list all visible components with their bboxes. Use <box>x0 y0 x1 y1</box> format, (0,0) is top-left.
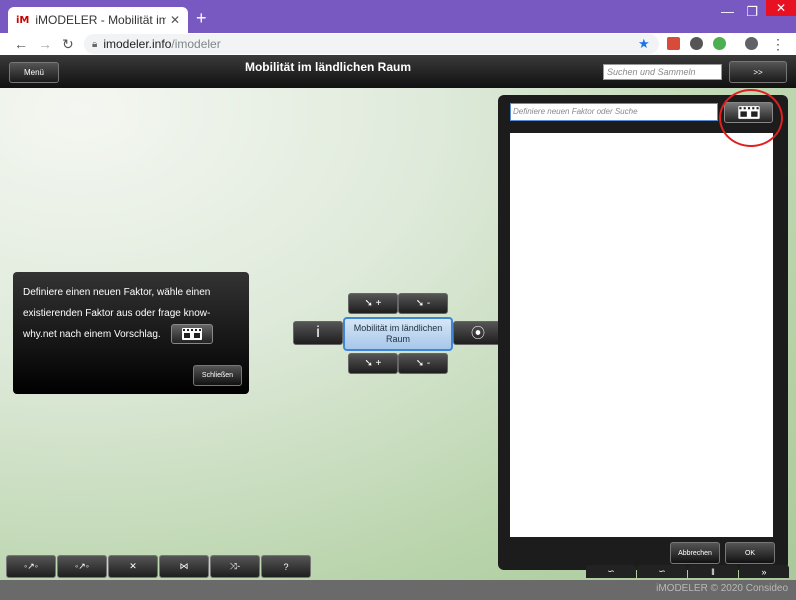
help-button[interactable]: ? <box>261 555 311 578</box>
profile-avatar-icon[interactable] <box>745 37 758 50</box>
arrow-down-right-icon: ➘ <box>364 298 373 309</box>
copyright-text: iMODELER © 2020 Consideo <box>656 583 788 594</box>
help-tooltip: Definiere einen neuen Faktor, wähle eine… <box>13 272 249 394</box>
cancel-button[interactable]: Abbrechen <box>670 542 720 564</box>
toolbar-button-2[interactable]: ◦↗◦ <box>57 555 107 578</box>
forward-icon[interactable]: → <box>38 36 52 52</box>
add-positive-cause-button[interactable]: ➘ + <box>348 293 398 314</box>
address-bar[interactable]: 🔒︎ imodeler.info/imodeler <box>84 34 659 54</box>
arrow-down-right-icon: ➘ <box>364 358 373 369</box>
arrow-down-right-icon: ➘ <box>415 298 425 309</box>
film-icon <box>182 328 203 341</box>
factor-node[interactable]: Mobilität im ländlichen Raum <box>343 317 453 351</box>
new-tab-icon[interactable]: + <box>196 9 207 27</box>
shuffle-minus-icon: ⤨- <box>229 561 241 571</box>
browser-tab[interactable]: iM iMODELER - Mobilität im ländlic ✕ <box>8 7 188 33</box>
add-negative-effect-button[interactable]: ➘ - <box>398 353 448 374</box>
minimize-icon[interactable]: — <box>721 4 734 19</box>
knowwhy-suggest-button[interactable] <box>171 324 214 345</box>
factor-panel: Definiere neuen Faktor oder Suche Abbrec… <box>498 95 788 570</box>
highlight-annotation-circle <box>719 89 783 147</box>
tab-title: iMODELER - Mobilität im ländlic <box>35 13 166 27</box>
reload-icon[interactable]: ↻ <box>62 36 74 53</box>
toolbar-button-4[interactable]: ⋈ <box>159 555 209 578</box>
curve-icon: ∽ <box>607 566 615 576</box>
maximize-icon[interactable]: ❐ <box>746 4 758 20</box>
favicon: iM <box>16 14 30 26</box>
footer-bar: iMODELER © 2020 Consideo <box>0 580 796 600</box>
plus-label: + <box>375 358 382 369</box>
page-title: Mobilität im ländlichen Raum <box>244 60 411 74</box>
minus-label: - <box>426 358 431 369</box>
ok-button[interactable]: OK <box>725 542 775 564</box>
network-icon: ⋈ <box>179 561 189 571</box>
extension-icon[interactable] <box>690 37 703 50</box>
node-arrow-left-icon: ◦↗◦ <box>24 561 38 571</box>
node-arrow-right-icon: ◦↗◦ <box>75 561 89 571</box>
imodeler-app: Menü Mobilität im ländlichen Raum Suchen… <box>0 55 796 600</box>
window-close-icon[interactable]: ✕ <box>766 0 796 16</box>
url-path: /imodeler <box>171 37 221 51</box>
back-icon[interactable]: ← <box>14 36 28 52</box>
add-negative-cause-button[interactable]: ➘ - <box>398 293 448 314</box>
menu-kebab-icon[interactable]: ⋮ <box>771 36 785 53</box>
footer-button-4[interactable]: » <box>739 565 789 578</box>
chrome-extension-icon[interactable] <box>713 37 726 50</box>
lock-icon: 🔒︎ <box>92 38 98 50</box>
target-icon: ⦿ <box>471 325 485 341</box>
footer-button-3[interactable]: ‖ <box>688 565 738 578</box>
expand-panel-button[interactable]: >> <box>729 61 787 83</box>
toolbar-button-5[interactable]: ⤨- <box>210 555 260 578</box>
close-tab-icon[interactable]: ✕ <box>170 13 180 27</box>
pdf-extension-icon[interactable] <box>667 37 680 50</box>
app-header: Menü Mobilität im ländlichen Raum Suchen… <box>0 55 796 88</box>
browser-window: iM iMODELER - Mobilität im ländlic ✕ + —… <box>0 0 796 600</box>
url-host: imodeler.info <box>103 37 172 51</box>
focus-button[interactable]: ⦿ <box>453 321 503 345</box>
footer-button-2[interactable]: ∽ <box>637 565 687 578</box>
define-factor-input[interactable]: Definiere neuen Faktor oder Suche <box>510 103 718 121</box>
minus-label: - <box>426 298 431 309</box>
footer-button-1[interactable]: ∽ <box>586 565 636 578</box>
add-positive-effect-button[interactable]: ➘ + <box>348 353 398 374</box>
factor-results-list[interactable] <box>510 133 773 537</box>
cross-links-icon: ✕ <box>129 561 137 571</box>
curve-icon: ∽ <box>658 566 666 576</box>
arrow-down-right-icon: ➘ <box>415 358 425 369</box>
close-tooltip-button[interactable]: Schließen <box>193 365 242 386</box>
search-collect-input[interactable]: Suchen und Sammeln <box>603 64 722 80</box>
bookmark-star-icon[interactable]: ★ <box>638 36 650 52</box>
browser-toolbar: ← → ↻ 🔒︎ imodeler.info/imodeler ★ ⋮ <box>0 33 796 55</box>
info-button[interactable]: i <box>293 321 343 345</box>
toolbar-button-1[interactable]: ◦↗◦ <box>6 555 56 578</box>
toolbar-button-3[interactable]: ✕ <box>108 555 158 578</box>
plus-label: + <box>375 298 382 309</box>
